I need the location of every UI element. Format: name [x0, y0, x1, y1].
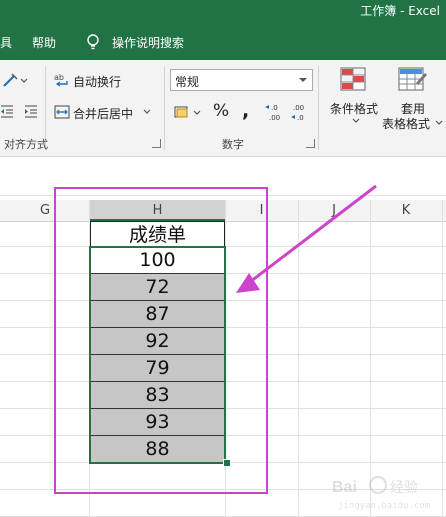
- lightbulb-icon: [87, 34, 99, 50]
- decrease-decimal-icon[interactable]: .00 .0: [290, 102, 310, 122]
- svg-text:.0: .0: [297, 114, 304, 122]
- format-as-table-label-line2[interactable]: 表格格式: [382, 115, 430, 132]
- wrap-text-icon: ab: [54, 73, 68, 87]
- alignment-dialog-launcher-icon[interactable]: [152, 139, 161, 148]
- increase-decimal-icon[interactable]: .0 .00: [264, 102, 284, 122]
- number-dialog-launcher-icon[interactable]: [306, 139, 315, 148]
- app-title: 工作簿 - Excel: [360, 4, 440, 18]
- percent-style-icon[interactable]: %: [213, 101, 229, 121]
- chevron-down-icon[interactable]: [435, 120, 443, 126]
- dropdown-arrow-icon: [299, 78, 307, 82]
- svg-text:.00: .00: [269, 114, 280, 122]
- number-format-select[interactable]: 常规: [170, 69, 313, 91]
- format-as-table-icon: [398, 67, 427, 91]
- decrease-indent-icon[interactable]: [0, 104, 14, 118]
- svg-text:经验: 经验: [390, 480, 418, 496]
- menu-tab-help[interactable]: 帮助: [32, 34, 56, 51]
- accounting-format-icon[interactable]: [174, 104, 202, 120]
- menu-tab-partial[interactable]: 具: [0, 34, 12, 51]
- ribbon-separator: [164, 66, 165, 150]
- baidu-watermark-logo: Bai 经验 jingyan.baidu.com: [332, 476, 430, 511]
- tell-me-search[interactable]: 操作说明搜索: [112, 34, 184, 51]
- alignment-group-label: 对齐方式: [4, 138, 48, 151]
- chevron-down-icon[interactable]: [143, 109, 151, 115]
- chevron-down-icon[interactable]: [352, 118, 360, 124]
- number-format-value: 常规: [175, 75, 200, 89]
- svg-text:.0: .0: [271, 104, 278, 112]
- text-orientation-icon[interactable]: [2, 72, 28, 88]
- annotation-arrow-icon: [236, 184, 377, 293]
- svg-text:ab: ab: [54, 73, 64, 82]
- svg-text:Bai: Bai: [332, 479, 357, 496]
- svg-text:.00: .00: [293, 104, 304, 112]
- ribbon-separator: [318, 66, 319, 150]
- merge-center-icon: [54, 105, 70, 119]
- conditional-formatting-button[interactable]: 条件格式: [330, 100, 378, 117]
- wrap-text-button[interactable]: 自动换行: [73, 73, 121, 90]
- increase-indent-icon[interactable]: [24, 104, 38, 118]
- comma-style-icon[interactable]: ,: [242, 100, 249, 122]
- number-group-label: 数字: [222, 138, 244, 151]
- merge-center-button[interactable]: 合并后居中: [73, 105, 133, 122]
- conditional-formatting-icon: [340, 67, 366, 91]
- svg-text:jingyan.baidu.com: jingyan.baidu.com: [338, 501, 430, 511]
